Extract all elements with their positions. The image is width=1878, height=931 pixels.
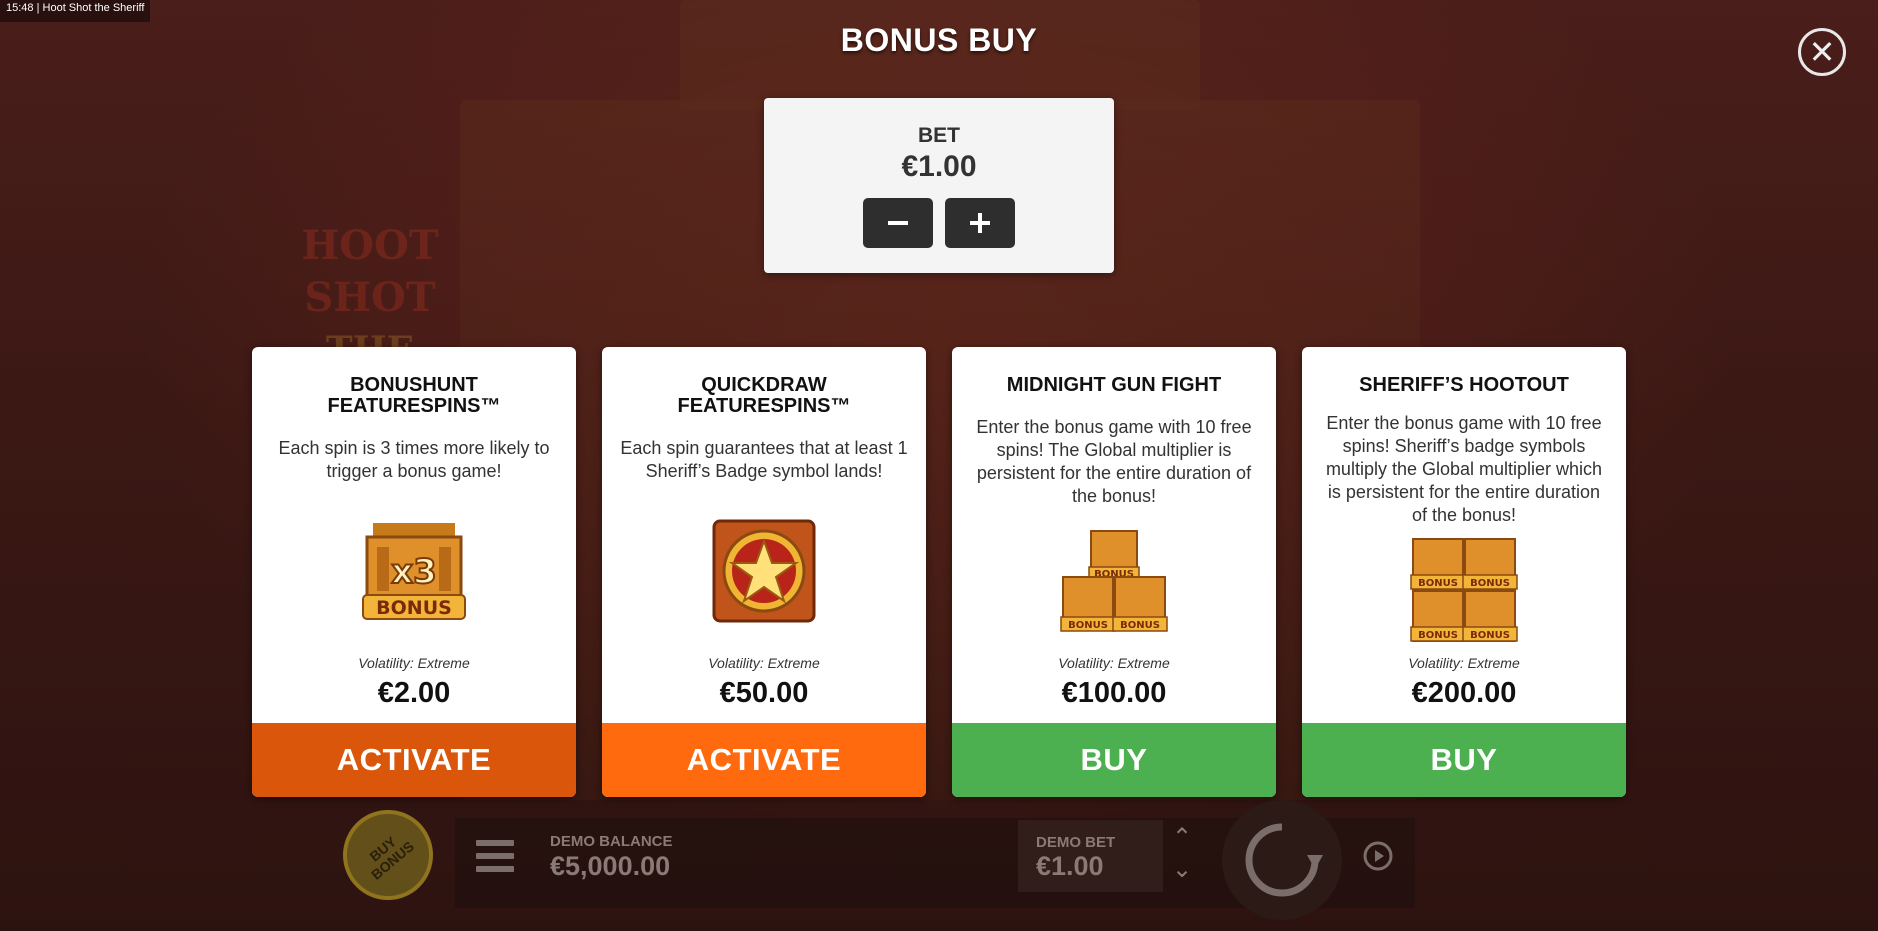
card-price: €100.00: [1061, 677, 1167, 709]
card-description: Each spin is 3 times more likely to trig…: [278, 438, 550, 481]
bet-panel: BET €1.00: [764, 98, 1114, 273]
card-price: €200.00: [1411, 677, 1517, 709]
decrease-bet-button[interactable]: [863, 198, 933, 248]
card-volatility: Volatility: Extreme: [708, 655, 820, 671]
card-description: Enter the bonus game with 10 free spins!…: [1325, 413, 1603, 525]
card-title: MIDNIGHT GUN FIGHT: [1006, 374, 1222, 396]
image-bonus-text: BONUS: [1120, 620, 1160, 631]
card-title: SHERIFF’S HOOTOUT: [1359, 374, 1569, 396]
card-title: BONUSHUNT FEATURESPINS™: [327, 374, 501, 417]
image-bonus-text: BONUS: [1068, 620, 1108, 631]
minus-icon: [888, 221, 908, 225]
demo-bet-label: DEMO BET: [1036, 834, 1116, 851]
autoplay-icon[interactable]: [1360, 838, 1396, 874]
card-title: QUICKDRAW FEATURESPINS™: [677, 374, 851, 417]
card-description: Each spin guarantees that at least 1 She…: [620, 438, 908, 481]
activate-button[interactable]: ACTIVATE: [602, 723, 926, 797]
sheriff-badge-icon: [712, 519, 816, 623]
close-icon: ✕: [1808, 34, 1836, 70]
buy-button[interactable]: BUY: [1302, 723, 1626, 797]
demo-bet-value: €1.00: [1036, 851, 1104, 881]
close-button[interactable]: ✕: [1798, 28, 1846, 76]
bonus-card-bonushunt: BONUSHUNT FEATURESPINS™ Each spin is 3 t…: [252, 347, 576, 797]
image-bonus-text: BONUS: [1470, 578, 1510, 589]
spin-icon: [1245, 823, 1323, 897]
chevron-up-icon[interactable]: ⌃: [1172, 826, 1192, 850]
bonus-card-midnight-gun-fight: MIDNIGHT GUN FIGHT Enter the bonus game …: [952, 347, 1276, 797]
plus-icon: [970, 213, 990, 233]
window-title: Hoot Shot the Sheriff: [42, 2, 145, 14]
bet-value: €1.00: [901, 150, 977, 183]
spin-button[interactable]: [1222, 800, 1342, 920]
buy-button[interactable]: BUY: [952, 723, 1276, 797]
background-game-logo: HOOT SHOT THE SHERIFF: [250, 220, 490, 423]
image-multiplier-text: x3: [391, 552, 437, 592]
logo-line-1: HOOT SHOT: [301, 222, 439, 321]
activate-button[interactable]: ACTIVATE: [252, 723, 576, 797]
bonus-card-quickdraw: QUICKDRAW FEATURESPINS™ Each spin guaran…: [602, 347, 926, 797]
status-bar: 15:48 | Hoot Shot the Sheriff: [0, 0, 151, 22]
demo-balance-label: DEMO BALANCE: [550, 833, 673, 850]
image-bonus-text: BONUS: [1418, 578, 1458, 589]
clock: 15:48: [6, 2, 34, 14]
bonus-buildings-quad-icon: BONUS BONUS BONUS BONUS: [1410, 538, 1518, 642]
increase-bet-button[interactable]: [945, 198, 1015, 248]
bonus-card-sheriffs-hootout: SHERIFF’S HOOTOUT Enter the bonus game w…: [1302, 347, 1626, 797]
image-bonus-text: BONUS: [1418, 630, 1458, 641]
card-volatility: Volatility: Extreme: [358, 655, 470, 671]
bonus-buildings-icon: BONUS BONUS BONUS: [1060, 530, 1168, 632]
card-price: €50.00: [719, 677, 809, 709]
image-bonus-text: BONUS: [376, 597, 452, 619]
bet-label: BET: [918, 124, 960, 147]
dialog-title: BONUS BUY: [840, 22, 1038, 58]
demo-balance-value: €5,000.00: [550, 851, 671, 881]
card-description: Enter the bonus game with 10 free spins!…: [976, 417, 1252, 506]
bet-controls: [764, 198, 1114, 248]
card-volatility: Volatility: Extreme: [1408, 655, 1520, 671]
image-bonus-text: BONUS: [1470, 630, 1510, 641]
card-volatility: Volatility: Extreme: [1058, 655, 1170, 671]
chevron-down-icon[interactable]: ⌄: [1172, 858, 1192, 882]
card-price: €2.00: [377, 677, 451, 709]
menu-icon[interactable]: [476, 840, 514, 872]
bank-x3-bonus-icon: x3 BONUS: [362, 523, 466, 620]
